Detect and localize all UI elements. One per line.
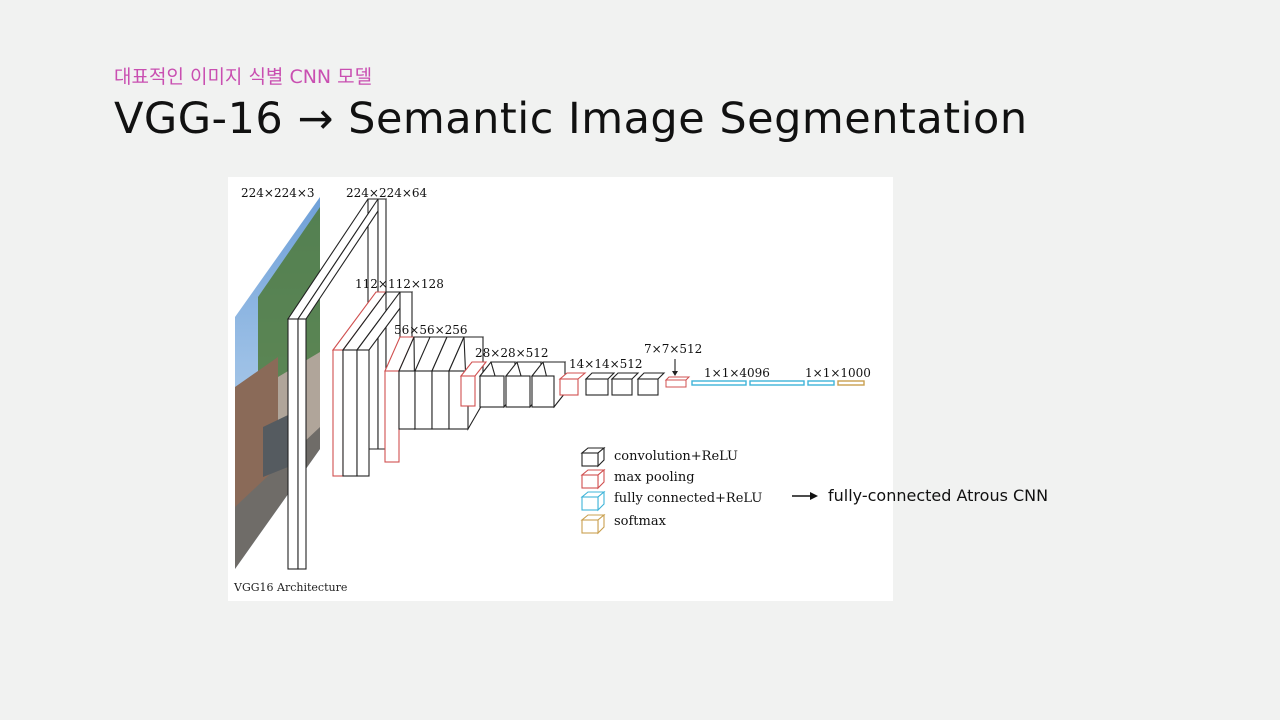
- arrow-right-icon: [792, 491, 818, 500]
- dim-label-pool5: 7×7×512: [644, 342, 702, 356]
- vgg16-architecture-figure: 224×224×3 224×224×64 112×112×128 56×56×2…: [228, 177, 893, 601]
- dim-label-out: 1×1×1000: [805, 366, 871, 380]
- legend: convolution+ReLU max pooling fully conne…: [580, 446, 762, 535]
- legend-icon-softmax: [580, 513, 606, 535]
- legend-label-conv: convolution+ReLU: [614, 449, 738, 464]
- legend-label-softmax: softmax: [614, 514, 667, 529]
- legend-icon-conv: [580, 446, 606, 468]
- slide-subtitle: 대표적인 이미지 식별 CNN 모델: [114, 66, 373, 88]
- figure-caption: VGG16 Architecture: [233, 581, 347, 594]
- legend-icon-pool: [580, 468, 606, 490]
- fc-layers: [691, 380, 835, 386]
- slide-title: VGG-16 → Semantic Image Segmentation: [114, 94, 1028, 144]
- legend-label-pool: max pooling: [614, 470, 695, 485]
- dim-label-conv1: 224×224×64: [346, 186, 428, 200]
- conv5-block: [558, 372, 666, 396]
- dim-label-fc: 1×1×4096: [704, 366, 770, 380]
- input-image: [235, 197, 320, 569]
- dim-label-conv5: 14×14×512: [569, 357, 643, 371]
- softmax-layer: [837, 380, 865, 386]
- dim-label-conv2: 112×112×128: [355, 277, 444, 291]
- dim-label-conv3: 56×56×256: [394, 323, 468, 337]
- legend-icon-fc: [580, 490, 606, 512]
- legend-label-fc: fully connected+ReLU: [614, 491, 762, 506]
- annotation-label: fully-connected Atrous CNN: [828, 486, 1049, 505]
- dim-label-conv4: 28×28×512: [475, 346, 549, 360]
- dim-label-input: 224×224×3: [241, 186, 315, 200]
- annotation-note: fully-connected Atrous CNN: [792, 486, 1048, 505]
- vgg16-diagram: 224×224×3 224×224×64 112×112×128 56×56×2…: [233, 186, 871, 594]
- pool5-block: [664, 359, 691, 388]
